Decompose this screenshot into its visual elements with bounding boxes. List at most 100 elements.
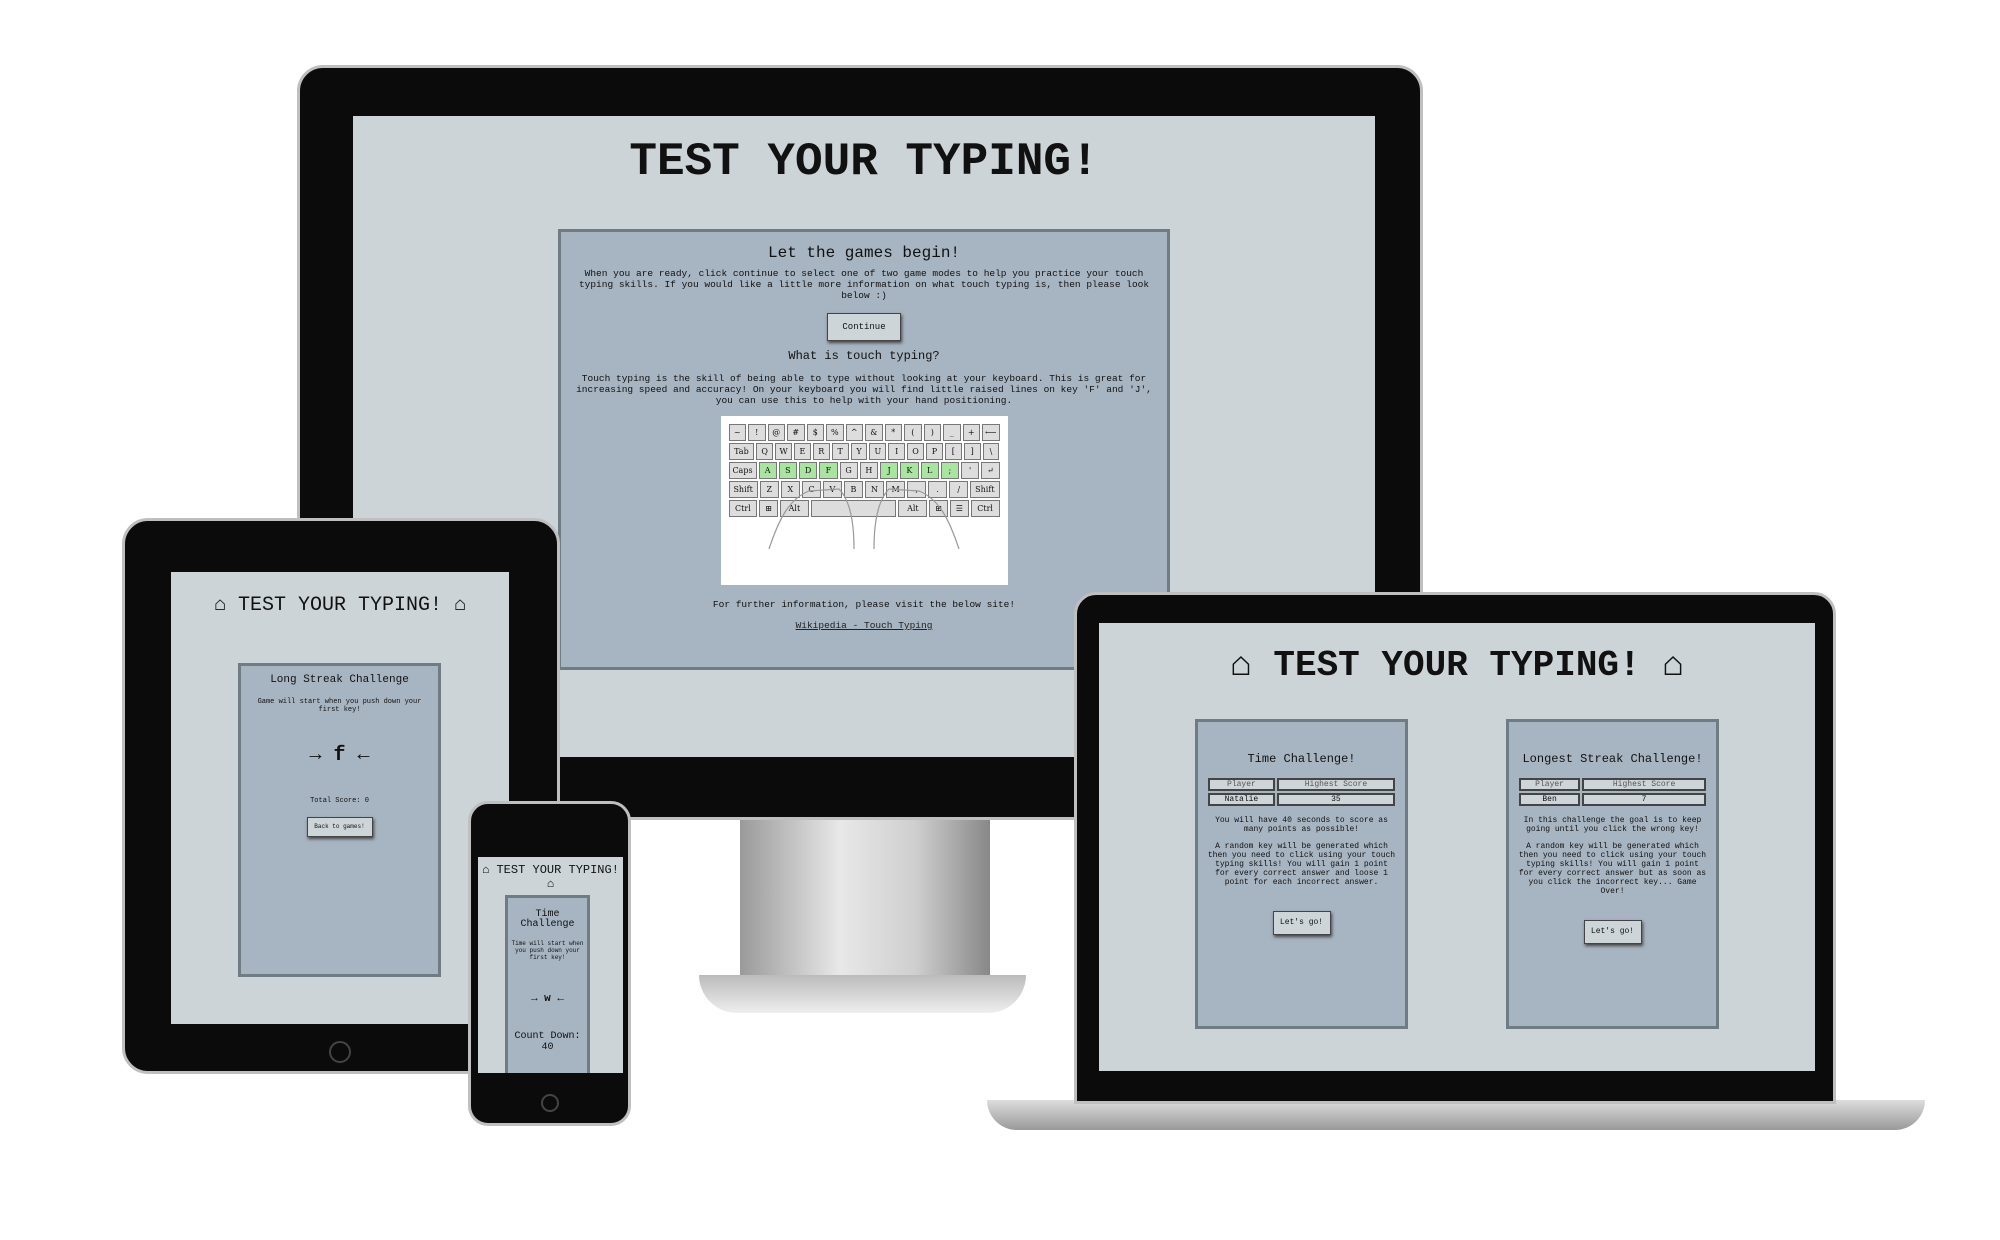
keyboard-key: ,	[907, 481, 927, 498]
card-title: Long Streak Challenge	[270, 674, 409, 686]
card-text-2: A random key will be generated which the…	[1518, 842, 1707, 896]
time-challenge-start-button[interactable]: Let's go!	[1272, 911, 1331, 935]
keyboard-key: Shift	[728, 481, 758, 498]
keyboard-key: Q	[756, 443, 774, 460]
game-instruction: Time will start when you push down your …	[511, 940, 584, 961]
keyboard-key: T	[831, 443, 849, 460]
keyboard-key: A	[758, 462, 777, 479]
touch-typing-heading: What is touch typing?	[788, 349, 940, 363]
player-score: 35	[1276, 793, 1395, 806]
keyboard-key: J	[880, 462, 899, 479]
keyboard-key: F	[819, 462, 838, 479]
keyboard-key: P	[926, 443, 943, 460]
keyboard-key: ]	[963, 443, 981, 460]
streak-challenge-card: Longest Streak Challenge! Player Highest …	[1506, 719, 1719, 1029]
keyboard-key: ⊞	[759, 500, 779, 517]
monitor-base	[699, 975, 1026, 1013]
keyboard-key: /	[949, 481, 969, 498]
keyboard-key: .	[928, 481, 948, 498]
time-challenge-card: Time Challenge! Player Highest Score Nata…	[1195, 719, 1408, 1029]
keyboard-key: Y	[850, 443, 868, 460]
further-info-text: For further information, please visit th…	[712, 599, 1016, 610]
time-game-card: Time Challenge Time will start when you …	[505, 895, 590, 1073]
keyboard-key: U	[869, 443, 887, 460]
player-name: Ben	[1519, 793, 1581, 806]
keyboard-key: ;	[940, 462, 959, 479]
keyboard-key: W	[775, 443, 792, 460]
laptop-base	[987, 1100, 1925, 1130]
header-player: Player	[1208, 778, 1275, 791]
keyboard-key: ↵	[981, 462, 1000, 479]
keyboard-key: C	[801, 481, 821, 498]
keyboard-key: I	[888, 443, 906, 460]
card-title: Longest Streak Challenge!	[1522, 752, 1703, 766]
keyboard-key: Ctrl	[970, 500, 1000, 517]
keyboard-key: S	[778, 462, 797, 479]
tablet-home-button	[329, 1041, 351, 1063]
keyboard-key: N	[865, 481, 885, 498]
keyboard-key: ☰	[950, 500, 969, 517]
keyboard-key: %	[826, 424, 844, 441]
keyboard-key: *	[884, 424, 902, 441]
keyboard-row: Caps LockASDFGHJKL;'↵	[728, 462, 1000, 490]
header-score: Highest Score	[1582, 778, 1706, 791]
card-text-1: In this challenge the goal is to keep go…	[1523, 816, 1702, 834]
back-to-games-button[interactable]: Back to games!	[306, 817, 373, 837]
keyboard-key: Caps Lock	[728, 462, 757, 490]
keyboard-key: +	[962, 424, 980, 441]
header-player: Player	[1519, 778, 1581, 791]
countdown: Count Down: 40	[514, 1031, 581, 1053]
highscore-table: Player Highest Score Ben 7	[1517, 776, 1708, 808]
phone: ⌂ TEST YOUR TYPING! ⌂ Time Challenge Tim…	[468, 801, 631, 1126]
keyboard-key: K	[900, 462, 919, 479]
keyboard-key: X	[780, 481, 800, 498]
keyboard-key: ⟵	[982, 424, 1000, 441]
tablet-screen: ⌂ TEST YOUR TYPING! ⌂ Long Streak Challe…	[171, 572, 509, 1024]
keyboard-key: !	[748, 424, 766, 441]
keyboard-key: D	[799, 462, 818, 479]
keyboard-key: \	[982, 443, 1000, 460]
keyboard-key: '	[961, 462, 980, 479]
keyboard-key: (	[904, 424, 922, 441]
card-text-2: A random key will be generated which the…	[1207, 842, 1396, 887]
keyboard-key: Shift	[970, 481, 1000, 498]
keyboard-key: Alt	[780, 500, 809, 517]
tablet-page-title: ⌂ TEST YOUR TYPING! ⌂	[213, 594, 467, 617]
target-key: → w ←	[530, 993, 564, 1005]
card-title: Time Challenge!	[1247, 752, 1356, 766]
keyboard-key: ^	[845, 424, 863, 441]
keyboard-key: R	[812, 443, 830, 460]
streak-challenge-start-button[interactable]: Let's go!	[1583, 920, 1642, 944]
laptop: ⌂ TEST YOUR TYPING! ⌂ Time Challenge! Pl…	[1074, 592, 1836, 1104]
keyboard-key: O	[907, 443, 925, 460]
streak-game-card: Long Streak Challenge Game will start wh…	[238, 663, 441, 977]
wikipedia-link[interactable]: Wikipedia - Touch Typing	[796, 620, 933, 631]
phone-page-title: ⌂ TEST YOUR TYPING! ⌂	[482, 863, 619, 891]
card-text-1: You will have 40 seconds to score as man…	[1215, 816, 1388, 834]
keyboard-key: #	[787, 424, 805, 441]
continue-button[interactable]: Continue	[827, 313, 901, 341]
monitor-stand	[740, 815, 990, 985]
keyboard-key: [	[944, 443, 962, 460]
keyboard-key: ~	[728, 424, 746, 441]
laptop-page-title: ⌂ TEST YOUR TYPING! ⌂	[1230, 645, 1684, 686]
keyboard-key: )	[923, 424, 941, 441]
touch-typing-text: Touch typing is the skill of being able …	[576, 373, 1152, 406]
keyboard-key: E	[794, 443, 811, 460]
keyboard-key: ⊞	[929, 500, 948, 517]
keyboard-key: @	[767, 424, 785, 441]
game-instruction: Game will start when you push down your …	[257, 698, 422, 714]
keyboard-hands-image: ~!@#$%^&*()_+⟵TabQWERTYUIOP[]\Caps LockA…	[720, 416, 1008, 585]
keyboard-key: L	[920, 462, 939, 479]
keyboard-key: Tab	[728, 443, 755, 460]
phone-home-button	[541, 1094, 559, 1112]
keyboard-key: G	[839, 462, 858, 479]
keyboard-key	[810, 500, 897, 517]
header-score: Highest Score	[1276, 778, 1395, 791]
player-score: 7	[1582, 793, 1706, 806]
keyboard-key: Alt	[898, 500, 928, 517]
keyboard-key: Z	[759, 481, 779, 498]
keyboard-key: B	[843, 481, 863, 498]
laptop-screen: ⌂ TEST YOUR TYPING! ⌂ Time Challenge! Pl…	[1099, 623, 1815, 1071]
target-key: → f ←	[309, 744, 370, 767]
